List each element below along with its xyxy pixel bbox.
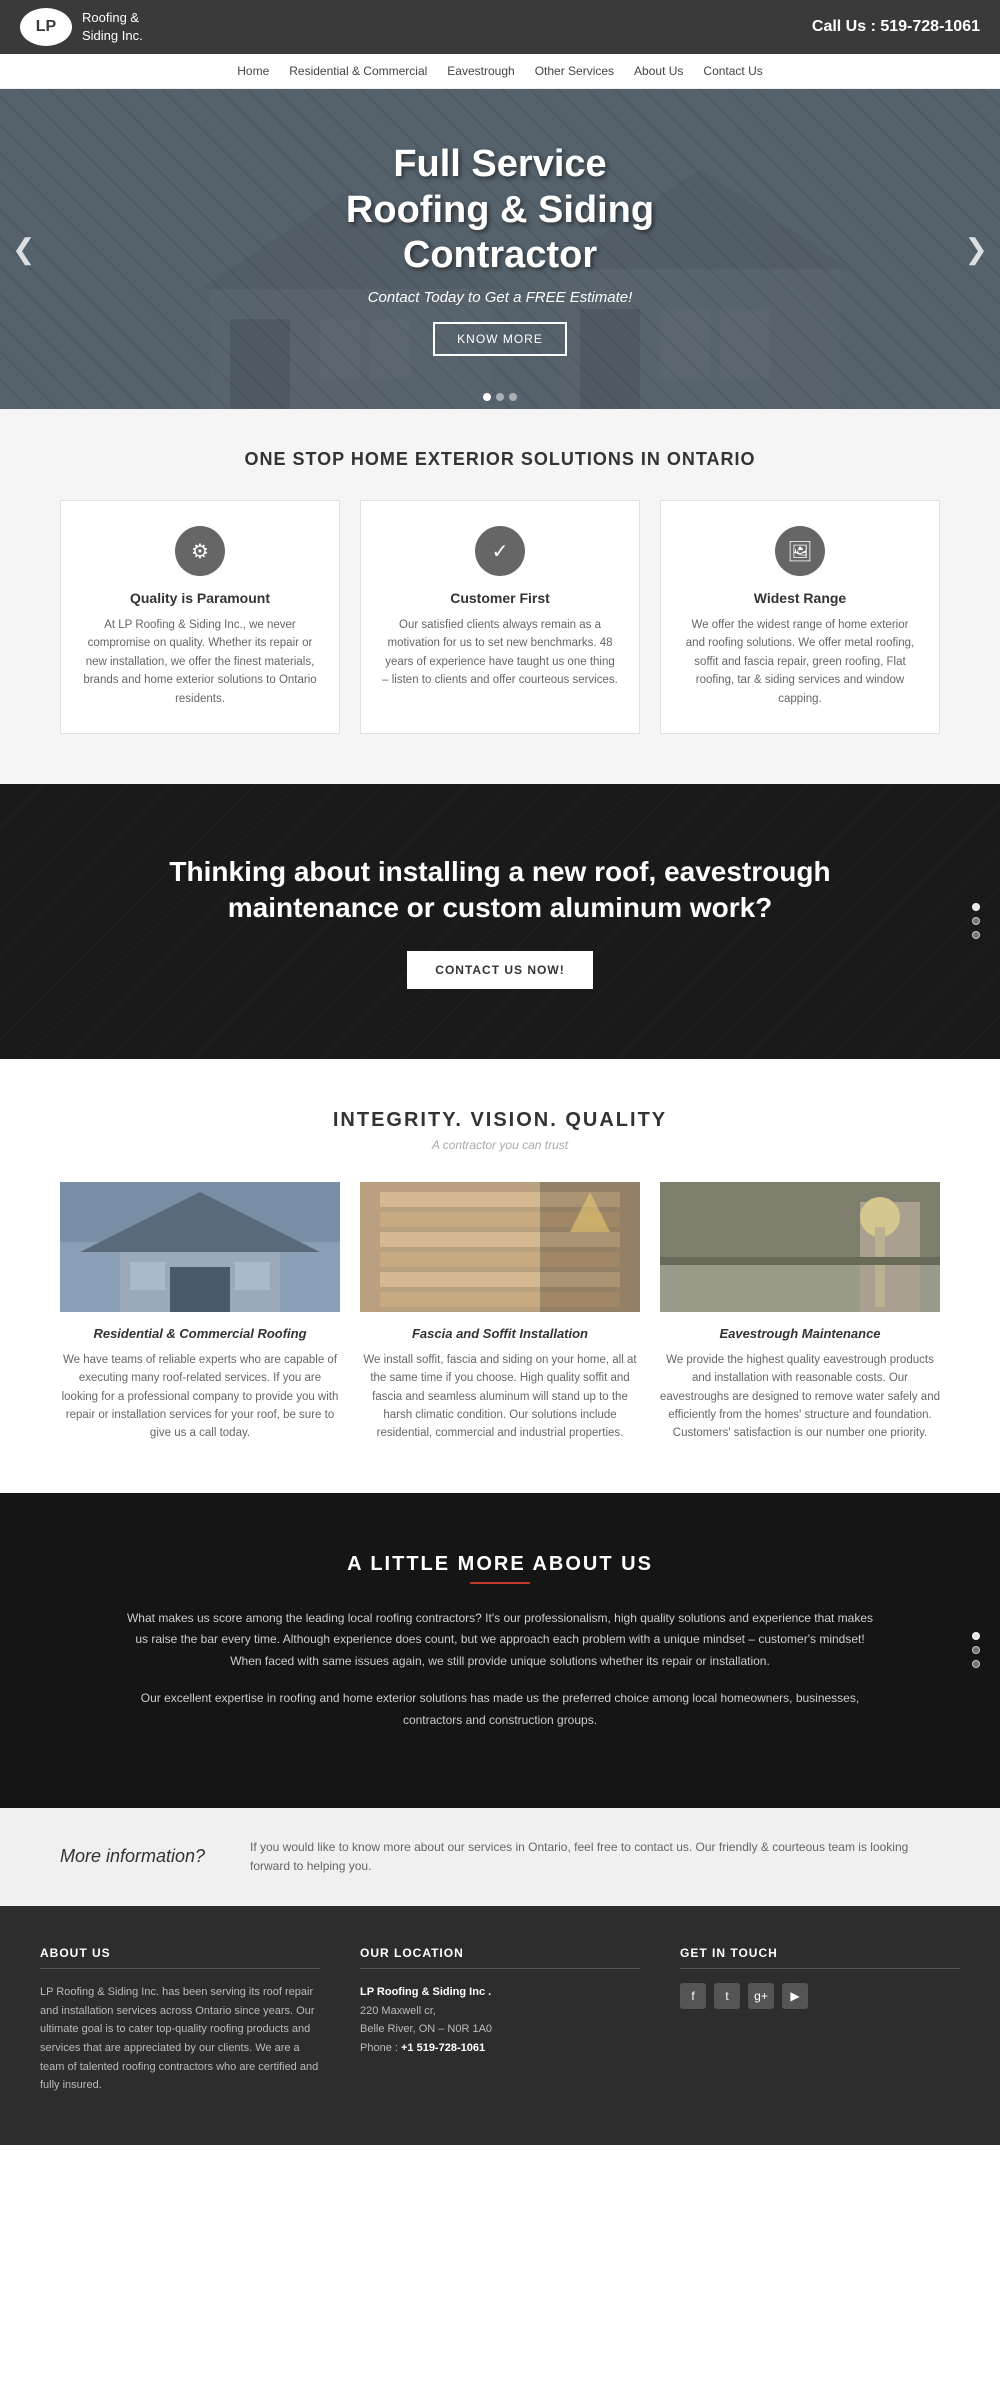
more-info-label: More information? [60,1846,220,1867]
service-residential-title: Residential & Commercial Roofing [60,1326,340,1341]
nav-other-services[interactable]: Other Services [535,64,614,78]
service-residential-desc: We have teams of reliable experts who ar… [60,1351,340,1443]
footer-location-col: OUR LOCATION LP Roofing & Siding Inc . 2… [360,1946,640,2095]
feature-quality-desc: At LP Roofing & Siding Inc., we never co… [81,616,319,708]
nav-eavestrough[interactable]: Eavestrough [447,64,514,78]
about-heading: A LITTLE MORE ABOUT US [80,1553,920,1576]
integrity-heading: INTEGRITY. VISION. QUALITY [40,1109,960,1132]
twitter-icon[interactable]: t [714,1983,740,2009]
feature-range-title: Widest Range [681,590,919,606]
feature-range: 🖼 Widest Range We offer the widest range… [660,500,940,734]
service-residential: Residential & Commercial Roofing We have… [60,1182,340,1443]
service-eavestrough-title: Eavestrough Maintenance [660,1326,940,1341]
feature-customer-title: Customer First [381,590,619,606]
footer: ABOUT US LP Roofing & Siding Inc. has be… [0,1906,1000,2145]
nav-about-us[interactable]: About Us [634,64,683,78]
dot-3[interactable] [509,393,517,401]
cta-heading: Thinking about installing a new roof, ea… [80,854,920,927]
feature-range-desc: We offer the widest range of home exteri… [681,616,919,708]
features-row: ⚙ Quality is Paramount At LP Roofing & S… [40,500,960,734]
customer-icon: ✓ [475,526,525,576]
header: LP Roofing &Siding Inc. Call Us : 519-72… [0,0,1000,54]
footer-contact-heading: GET IN TOUCH [680,1946,960,1969]
footer-contact-col: GET IN TOUCH f t g+ ▶ [680,1946,960,2095]
footer-location-company: LP Roofing & Siding Inc . [360,1983,640,2002]
integrity-subtitle: A contractor you can trust [40,1138,960,1152]
youtube-icon[interactable]: ▶ [782,1983,808,2009]
logo-area: LP Roofing &Siding Inc. [20,8,143,46]
phone: Call Us : 519-728-1061 [812,18,980,36]
logo-initials: LP [36,18,56,36]
dot-1[interactable] [483,393,491,401]
nav-contact-us[interactable]: Contact Us [703,64,762,78]
more-info-section: More information? If you would like to k… [0,1808,1000,1906]
nav-home[interactable]: Home [237,64,269,78]
service-eavestrough: Eavestrough Maintenance We provide the h… [660,1182,940,1443]
hero-heading: Full Service Roofing & Siding Contractor [346,142,654,279]
feature-quality: ⚙ Quality is Paramount At LP Roofing & S… [60,500,340,734]
service-eavestrough-desc: We provide the highest quality eavestrou… [660,1351,940,1443]
feature-customer: ✓ Customer First Our satisfied clients a… [360,500,640,734]
cta-dot-2[interactable] [972,917,980,925]
footer-location-heading: OUR LOCATION [360,1946,640,1969]
footer-columns: ABOUT US LP Roofing & Siding Inc. has be… [40,1946,960,2095]
googleplus-icon[interactable]: g+ [748,1983,774,2009]
footer-address1: 220 Maxwell cr, [360,2002,640,2021]
logo-oval: LP [20,8,72,46]
feature-quality-title: Quality is Paramount [81,590,319,606]
hero-know-more-button[interactable]: KNOW MORE [433,322,567,356]
footer-about-text: LP Roofing & Siding Inc. has been servin… [40,1983,320,2095]
hero-section: ❮ Full Service Roofing & Siding Contract… [0,89,1000,409]
range-icon: 🖼 [775,526,825,576]
dot-2[interactable] [496,393,504,401]
contact-now-button[interactable]: CONTACT US NOW! [407,951,592,989]
one-stop-heading: ONE STOP HOME EXTERIOR SOLUTIONS IN ONTA… [40,449,960,470]
about-dot-1[interactable] [972,1632,980,1640]
footer-address2: Belle River, ON – N0R 1A0 [360,2020,640,2039]
about-section: A LITTLE MORE ABOUT US What makes us sco… [0,1493,1000,1808]
cta-dot-1[interactable] [972,903,980,911]
eavestrough-image [660,1182,940,1312]
one-stop-section: ONE STOP HOME EXTERIOR SOLUTIONS IN ONTA… [0,409,1000,784]
cta-dot-3[interactable] [972,931,980,939]
quality-icon: ⚙ [175,526,225,576]
next-arrow[interactable]: ❯ [965,233,988,266]
about-para2: Our excellent expertise in roofing and h… [120,1688,880,1731]
integrity-section: INTEGRITY. VISION. QUALITY A contractor … [0,1059,1000,1493]
residential-image [60,1182,340,1312]
social-icons: f t g+ ▶ [680,1983,960,2009]
hero-content: Full Service Roofing & Siding Contractor… [346,142,654,356]
service-fascia-desc: We install soffit, fascia and siding on … [360,1351,640,1443]
footer-about-heading: ABOUT US [40,1946,320,1969]
main-nav: Home Residential & Commercial Eavestroug… [0,54,1000,89]
feature-customer-desc: Our satisfied clients always remain as a… [381,616,619,690]
footer-about-col: ABOUT US LP Roofing & Siding Inc. has be… [40,1946,320,2095]
cta-side-dots [972,903,980,939]
nav-residential[interactable]: Residential & Commercial [289,64,427,78]
slider-dots [483,393,517,401]
more-info-text: If you would like to know more about our… [250,1838,940,1876]
about-dot-2[interactable] [972,1646,980,1654]
footer-phone: Phone : +1 519-728-1061 [360,2039,640,2058]
logo-text: Roofing &Siding Inc. [82,9,143,45]
about-underline [470,1582,530,1584]
facebook-icon[interactable]: f [680,1983,706,2009]
fascia-image [360,1182,640,1312]
cta-banner: Thinking about installing a new roof, ea… [0,784,1000,1059]
about-side-dots [972,1632,980,1668]
about-dot-3[interactable] [972,1660,980,1668]
services-row: Residential & Commercial Roofing We have… [40,1182,960,1443]
service-fascia: Fascia and Soffit Installation We instal… [360,1182,640,1443]
prev-arrow[interactable]: ❮ [12,233,35,266]
hero-subtext: Contact Today to Get a FREE Estimate! [346,289,654,306]
about-para1: What makes us score among the leading lo… [120,1608,880,1673]
service-fascia-title: Fascia and Soffit Installation [360,1326,640,1341]
